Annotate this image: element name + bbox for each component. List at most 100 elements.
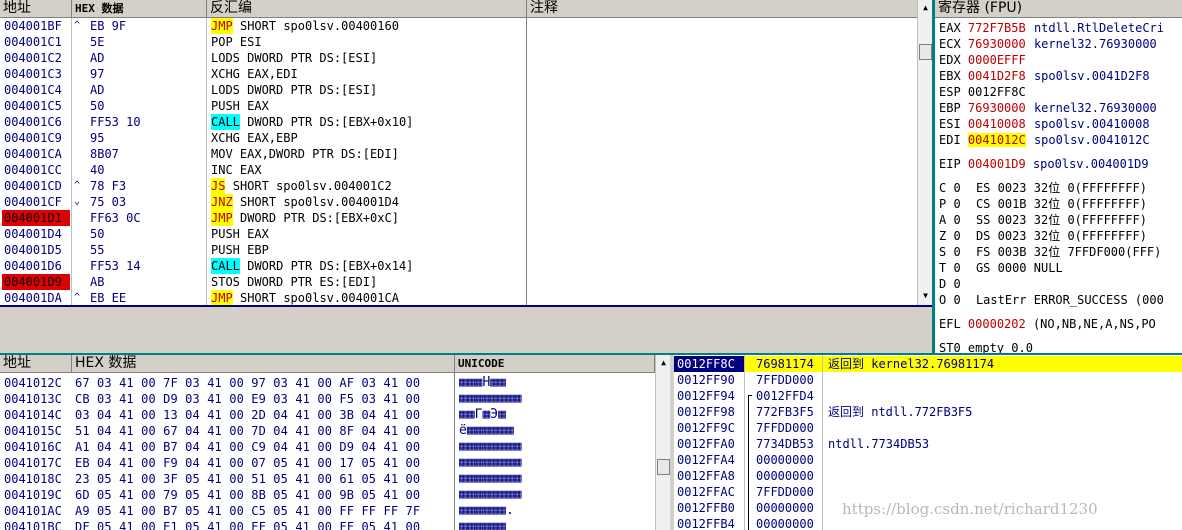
scroll-up-icon[interactable]: ▲	[918, 1, 932, 15]
disasm-row[interactable]: 004001D4 50 PUSH EAX	[0, 226, 917, 242]
flag-row[interactable]: A 0 SS 0023 32位 0(FFFFFFFF)	[939, 212, 1154, 228]
disasm-row[interactable]: 004001C3 97 XCHG EAX,EDI	[0, 66, 917, 82]
disasm-row[interactable]: 004001C4 AD LODS DWORD PTR DS:[ESI]	[0, 82, 917, 98]
stack-value: 00000000	[756, 453, 814, 467]
stack-row[interactable]: 0012FFA0 7734DB53 ntdll.7734DB53	[674, 436, 1182, 452]
col-header-address[interactable]: 地址	[0, 0, 72, 18]
stack-row[interactable]: 0012FF9C 7FFDD000	[674, 420, 1182, 436]
dump-col-header-hex[interactable]: HEX 数据	[72, 355, 455, 373]
dump-row[interactable]: 0041015C 51 04 41 00 67 04 41 00 7D 04 41…	[0, 423, 655, 439]
scroll-up-icon[interactable]: ▲	[656, 356, 670, 370]
stack-value: 772FB3F5	[756, 405, 814, 419]
register-row[interactable]: EAX 772F7B5B ntdll.RtlDeleteCri	[939, 20, 1171, 36]
register-row[interactable]: EDX 0000EFFF	[939, 52, 1041, 68]
lasterr-label: LastErr	[975, 293, 1027, 307]
register-row[interactable]: ESP 0012FF8C	[939, 84, 1041, 100]
stack-row[interactable]: 0012FF98 772FB3F5 返回到 ntdll.772FB3F5	[674, 404, 1182, 420]
register-row[interactable]: EBX 0041D2F8 spo0lsv.0041D2F8	[939, 68, 1157, 84]
disasm-scrollbar[interactable]: ▲ ▼	[917, 0, 932, 305]
disasm-row[interactable]: 004001D9 AB STOS DWORD PTR ES:[EDI]	[0, 274, 917, 290]
disasm-row[interactable]: 004001DA ^ EB EE JMP SHORT spo0lsv.004001CA	[0, 290, 917, 305]
segment-bits: 32位	[1033, 245, 1061, 259]
flag-row[interactable]: T 0 GS 0000 NULL	[939, 260, 1077, 276]
stack-row[interactable]: 0012FFA4 00000000	[674, 452, 1182, 468]
col-header-hex[interactable]: HEX 数据	[72, 0, 207, 18]
register-row[interactable]: ECX 76930000 kernel32.76930000	[939, 36, 1164, 52]
fpu-row[interactable]: ST0 empty 0.0	[939, 340, 1040, 353]
dump-pane[interactable]: 地址 HEX 数据 UNICODE 0041012C 67 03 41 00 7F…	[0, 355, 670, 530]
dump-col-header-unicode[interactable]: UNICODE	[455, 355, 655, 373]
flag-row[interactable]: D 0	[939, 276, 1005, 292]
stack-row[interactable]: 0012FFB4 00000000	[674, 516, 1182, 530]
disasm-row[interactable]: 004001CA 8B07 MOV EAX,DWORD PTR DS:[EDI]	[0, 146, 917, 162]
register-row[interactable]: EBP 76930000 kernel32.76930000	[939, 100, 1164, 116]
disasm-row[interactable]: 004001C6 FF53 10 CALL DWORD PTR DS:[EBX+0x…	[0, 114, 917, 130]
flag-row[interactable]: C 0 ES 0023 32位 0(FFFFFFFF)	[939, 180, 1154, 196]
disasm-row[interactable]: 004001C1 5E POP ESI	[0, 34, 917, 50]
dump-row[interactable]: 0041013C CB 03 41 00 D9 03 41 00 E9 03 41…	[0, 391, 655, 407]
col-header-comment[interactable]: 注释	[527, 0, 919, 18]
disasm-row[interactable]: 004001C5 50 PUSH EAX	[0, 98, 917, 114]
stack-comment: ntdll.7734DB53	[828, 437, 930, 451]
dump-col-header-address[interactable]: 地址	[0, 355, 72, 373]
efl-row[interactable]: EFL 00000202 (NO,NB,NE,A,NS,PO	[939, 316, 1163, 332]
segment-value: 0023	[997, 213, 1027, 227]
disasm-row[interactable]: 004001D6 FF53 14 CALL DWORD PTR DS:[EBX+0x…	[0, 258, 917, 274]
register-row-eip[interactable]: EIP 004001D9 spo0lsv.004001D9	[939, 156, 1156, 172]
register-value: 76930000	[967, 101, 1026, 115]
register-row[interactable]: ESI 00410008 spo0lsv.00410008	[939, 116, 1157, 132]
dump-scrollbar[interactable]: ▲	[655, 355, 670, 530]
disasm-row[interactable]: 004001C2 AD LODS DWORD PTR DS:[ESI]	[0, 50, 917, 66]
stack-row[interactable]: 0012FFA8 00000000	[674, 468, 1182, 484]
dump-row[interactable]: 0041014C 03 04 41 00 13 04 41 00 2D 04 41…	[0, 407, 655, 423]
dump-row[interactable]: 0041019C 6D 05 41 00 79 05 41 00 8B 05 41…	[0, 487, 655, 503]
flag-value: 0	[953, 245, 961, 259]
stack-row[interactable]: 0012FFAC 7FFDD000	[674, 484, 1182, 500]
scroll-thumb[interactable]	[657, 459, 670, 475]
lasterr-row[interactable]: O 0 LastErr ERROR_SUCCESS (000	[939, 292, 1171, 308]
dump-address: 004101BC	[4, 520, 62, 530]
scroll-thumb[interactable]	[919, 44, 932, 60]
disasm-row[interactable]: 004001D1 FF63 0C JMP DWORD PTR DS:[EBX+0xC…	[0, 210, 917, 226]
disassembly-pane[interactable]: 地址 HEX 数据 反汇编 注释 004001BF ^ EB 9F JMP SHORT…	[0, 0, 932, 305]
disasm-row[interactable]: 004001CF ⌄ 75 03 JNZ SHORT spo0lsv.004001D4	[0, 194, 917, 210]
disasm-row[interactable]: 004001D5 55 PUSH EBP	[0, 242, 917, 258]
stack-pane[interactable]: 0012FF8C 76981174 返回到 kernel32.76981174 001…	[674, 355, 1182, 530]
col-header-disassembly[interactable]: 反汇编	[207, 0, 527, 18]
stack-row[interactable]: 0012FF90 7FFDD000	[674, 372, 1182, 388]
register-value: 76930000	[967, 37, 1026, 51]
dump-unicode: ▦▦▦▦▦▦▦▦	[459, 487, 522, 502]
registers-pane[interactable]: 寄存器 (FPU) EAX 772F7B5B ntdll.RtlDeleteCr…	[935, 0, 1182, 353]
register-row[interactable]: EDI 0041012C spo0lsv.0041012C	[939, 132, 1157, 148]
segment-name: FS	[975, 245, 991, 259]
flag-row[interactable]: Z 0 DS 0023 32位 0(FFFFFFFF)	[939, 228, 1154, 244]
disasm-mnemonic: PUSH EAX	[211, 227, 269, 241]
disasm-row[interactable]: 004001BF ^ EB 9F JMP SHORT spo0lsv.00400160	[0, 18, 917, 34]
segment-bits: 32位	[1033, 181, 1061, 195]
flag-row[interactable]: S 0 FS 003B 32位 7FFDF000(FFF)	[939, 244, 1169, 260]
disasm-hex: FF53 14	[90, 259, 141, 273]
fpu-st0: ST0 empty 0.0	[939, 341, 1033, 353]
segment-value: 0000	[997, 261, 1027, 275]
disasm-row[interactable]: 004001C9 95 XCHG EAX,EBP	[0, 130, 917, 146]
stack-row[interactable]: 0012FF8C 76981174 返回到 kernel32.76981174	[674, 356, 1182, 372]
dump-row[interactable]: 0041017C EB 04 41 00 F9 04 41 00 07 05 41…	[0, 455, 655, 471]
disasm-row[interactable]: 004001CD ^ 78 F3 JS SHORT spo0lsv.004001C2	[0, 178, 917, 194]
dump-row[interactable]: 004101BC DF 05 41 00 E1 05 41 00 EF 05 41…	[0, 519, 655, 530]
scroll-down-icon[interactable]: ▼	[918, 289, 932, 303]
dump-row[interactable]: 004101AC A9 05 41 00 B7 05 41 00 C5 05 41…	[0, 503, 655, 519]
dump-row[interactable]: 0041012C 67 03 41 00 7F 03 41 00 97 03 41…	[0, 375, 655, 391]
flag-row[interactable]: P 0 CS 001B 32位 0(FFFFFFFF)	[939, 196, 1154, 212]
dump-hex: EB 04 41 00 F9 04 41 00 07 05 41 00 17 0…	[75, 456, 421, 470]
dump-row[interactable]: 0041016C A1 04 41 00 B7 04 41 00 C9 04 41…	[0, 439, 655, 455]
stack-row[interactable]: 0012FF94 0012FFD4	[674, 388, 1182, 405]
disasm-row[interactable]: 004001CC 40 INC EAX	[0, 162, 917, 178]
dump-row[interactable]: 0041018C 23 05 41 00 3F 05 41 00 51 05 41…	[0, 471, 655, 487]
